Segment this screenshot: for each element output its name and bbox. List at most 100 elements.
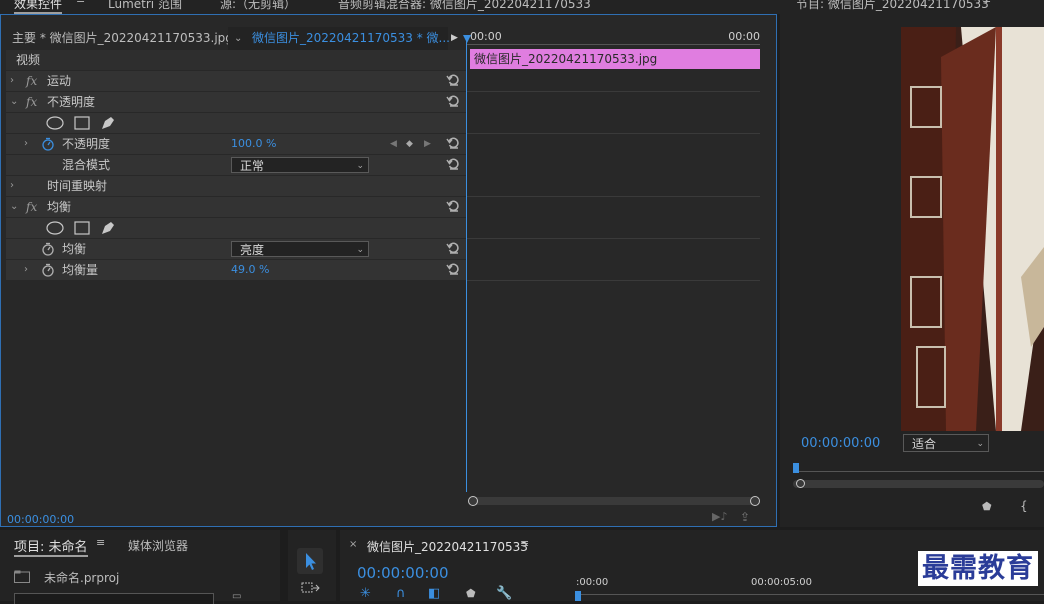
reset-icon[interactable] (446, 157, 460, 171)
blend-mode-dropdown[interactable]: 正常 ⌄ (231, 157, 369, 173)
ec-clip-bar[interactable]: 微信图片_20220421170533.jpg (470, 49, 760, 69)
timeline-timecode[interactable]: 00:00:00:00 (357, 564, 449, 582)
reset-icon[interactable] (446, 136, 460, 150)
chevron-down-icon[interactable]: ⌄ (10, 197, 18, 217)
blend-mode-label: 混合模式 (62, 158, 111, 172)
opacity-label: 不透明度 (47, 95, 96, 109)
tab-effect-controls[interactable]: 效果控件 (14, 0, 63, 14)
reset-icon[interactable] (446, 199, 460, 213)
ec-zoom-scrollbar[interactable] (468, 496, 760, 506)
tab-media-browser[interactable]: 媒体浏览器 (128, 537, 188, 554)
timeline-playhead-icon[interactable] (575, 591, 581, 601)
prev-keyframe-icon[interactable]: ◀ (390, 134, 397, 154)
fx-icon[interactable]: fx (26, 197, 37, 217)
ellipse-mask-icon[interactable] (46, 221, 64, 235)
audio-play-icon[interactable]: ▶♪ (712, 510, 727, 523)
selection-tool-button[interactable] (297, 548, 323, 574)
reset-icon[interactable] (446, 94, 460, 108)
mark-in-icon[interactable]: { (1020, 499, 1028, 513)
param-row-opacity[interactable]: › 不透明度 100.0 % ◀ ◆ ▶ (6, 134, 466, 154)
row-separator (467, 280, 760, 281)
new-bin-icon[interactable]: ▭ (232, 591, 241, 602)
tab-source[interactable]: 源:（无剪辑） (220, 0, 296, 12)
chevron-down-icon[interactable]: ⌄ (10, 92, 18, 112)
sequence-menu-icon[interactable]: ≡ (520, 537, 529, 550)
effect-row-balance[interactable]: ⌄ fx 均衡 (6, 197, 466, 217)
project-menu-icon[interactable]: ≡ (96, 536, 105, 549)
reset-icon[interactable] (446, 262, 460, 276)
watermark-logo: 最需教育 (918, 551, 1038, 586)
export-icon[interactable]: ⇪ (740, 510, 750, 524)
timeline-ruler-line[interactable] (576, 594, 1044, 595)
param-row-balance-amount[interactable]: › 均衡量 49.0 % (6, 260, 466, 280)
panel-menu-icon[interactable]: ≡ (76, 0, 85, 6)
project-file-name[interactable]: 未命名.prproj (44, 569, 119, 586)
close-icon[interactable]: × (349, 539, 357, 550)
chevron-right-icon[interactable]: › (10, 176, 14, 196)
add-keyframe-icon[interactable]: ◆ (406, 134, 413, 154)
wrench-icon[interactable]: 🔧 (496, 586, 512, 601)
fit-dropdown[interactable]: 适合 ⌄ (903, 434, 989, 452)
reset-icon[interactable] (446, 241, 460, 255)
ellipse-mask-icon[interactable] (46, 116, 64, 130)
add-marker-timeline-icon[interactable]: ◧ (428, 586, 440, 601)
zoom-handle-left[interactable] (796, 479, 805, 488)
section-video: 视频 (6, 50, 466, 70)
rectangle-mask-icon[interactable] (74, 116, 90, 130)
play-triangle-icon[interactable]: ▶ (451, 27, 458, 50)
chevron-down-icon: ⌄ (976, 439, 984, 449)
motion-label: 运动 (47, 74, 72, 88)
stopwatch-icon[interactable] (41, 137, 55, 151)
chevron-down-icon: ⌄ (356, 161, 364, 171)
balance-amount-value[interactable]: 49.0 % (231, 260, 269, 280)
ec-timecode[interactable]: 00:00:00:00 (7, 513, 74, 526)
chevron-right-icon[interactable]: › (24, 134, 28, 154)
program-playhead-icon[interactable] (793, 463, 799, 473)
tab-project[interactable]: 项目: 未命名 (14, 536, 88, 557)
zoom-handle-right[interactable] (750, 496, 760, 506)
param-row-blend-mode: 混合模式 正常 ⌄ (6, 155, 466, 175)
next-keyframe-icon[interactable]: ▶ (424, 134, 431, 154)
playhead-line[interactable] (466, 35, 467, 492)
program-menu-icon[interactable]: ≡ (982, 0, 991, 6)
program-ruler[interactable] (793, 471, 1044, 472)
stopwatch-icon[interactable] (41, 263, 55, 277)
program-zoom-scrollbar[interactable] (793, 479, 1044, 488)
snap-icon[interactable]: ✳ (360, 586, 371, 601)
balance-dropdown[interactable]: 亮度 ⌄ (231, 241, 369, 257)
effect-row-opacity[interactable]: ⌄ fx 不透明度 (6, 92, 466, 112)
linked-selection-icon[interactable]: ∩ (396, 586, 406, 601)
opacity-value[interactable]: 100.0 % (231, 134, 276, 154)
zoom-handle-left[interactable] (468, 496, 478, 506)
stopwatch-icon[interactable] (41, 242, 55, 256)
fx-icon[interactable]: fx (26, 71, 37, 91)
marker-icon[interactable]: ⬟ (466, 587, 476, 600)
sequence-tab-label[interactable]: 微信图片_20220421170533 (367, 538, 528, 555)
section-video-label: 视频 (16, 53, 41, 67)
balance-amount-label: 均衡量 (62, 263, 99, 277)
tab-audio-clip-mixer[interactable]: 音频剪辑混合器: 微信图片_20220421170533 (338, 0, 591, 12)
effect-row-motion[interactable]: › fx 运动 (6, 71, 466, 91)
opacity-param-label: 不透明度 (62, 137, 111, 151)
chevron-right-icon[interactable]: › (24, 260, 28, 280)
fx-icon[interactable]: fx (26, 92, 37, 112)
ec-time-ruler[interactable]: 00:00 00:00 (467, 29, 760, 47)
effect-row-time-remap[interactable]: › 时间重映射 (6, 176, 466, 196)
add-marker-icon[interactable]: ⬟ (982, 500, 992, 513)
reset-icon[interactable] (446, 73, 460, 87)
rectangle-mask-icon[interactable] (74, 221, 90, 235)
track-select-tool-icon[interactable] (301, 580, 321, 596)
chevron-right-icon[interactable]: › (10, 71, 14, 91)
timeline-ruler-mid: 00:00:05:00 (751, 577, 813, 588)
pen-mask-icon[interactable] (100, 220, 116, 236)
row-separator (467, 133, 760, 134)
project-search-input[interactable] (14, 593, 214, 604)
playhead-icon[interactable] (463, 35, 471, 43)
pen-mask-icon[interactable] (100, 115, 116, 131)
program-timecode[interactable]: 00:00:00:00 (801, 436, 880, 451)
tab-program-monitor[interactable]: 节目: 微信图片_20220421170533 (796, 0, 989, 12)
program-video-frame (901, 27, 1044, 431)
fit-value: 适合 (912, 437, 937, 451)
clip-selector[interactable]: ⌄ 微信图片_20220421170533 * 微... (228, 27, 450, 50)
tab-lumetri-scopes[interactable]: Lumetri 范围 (108, 0, 182, 12)
